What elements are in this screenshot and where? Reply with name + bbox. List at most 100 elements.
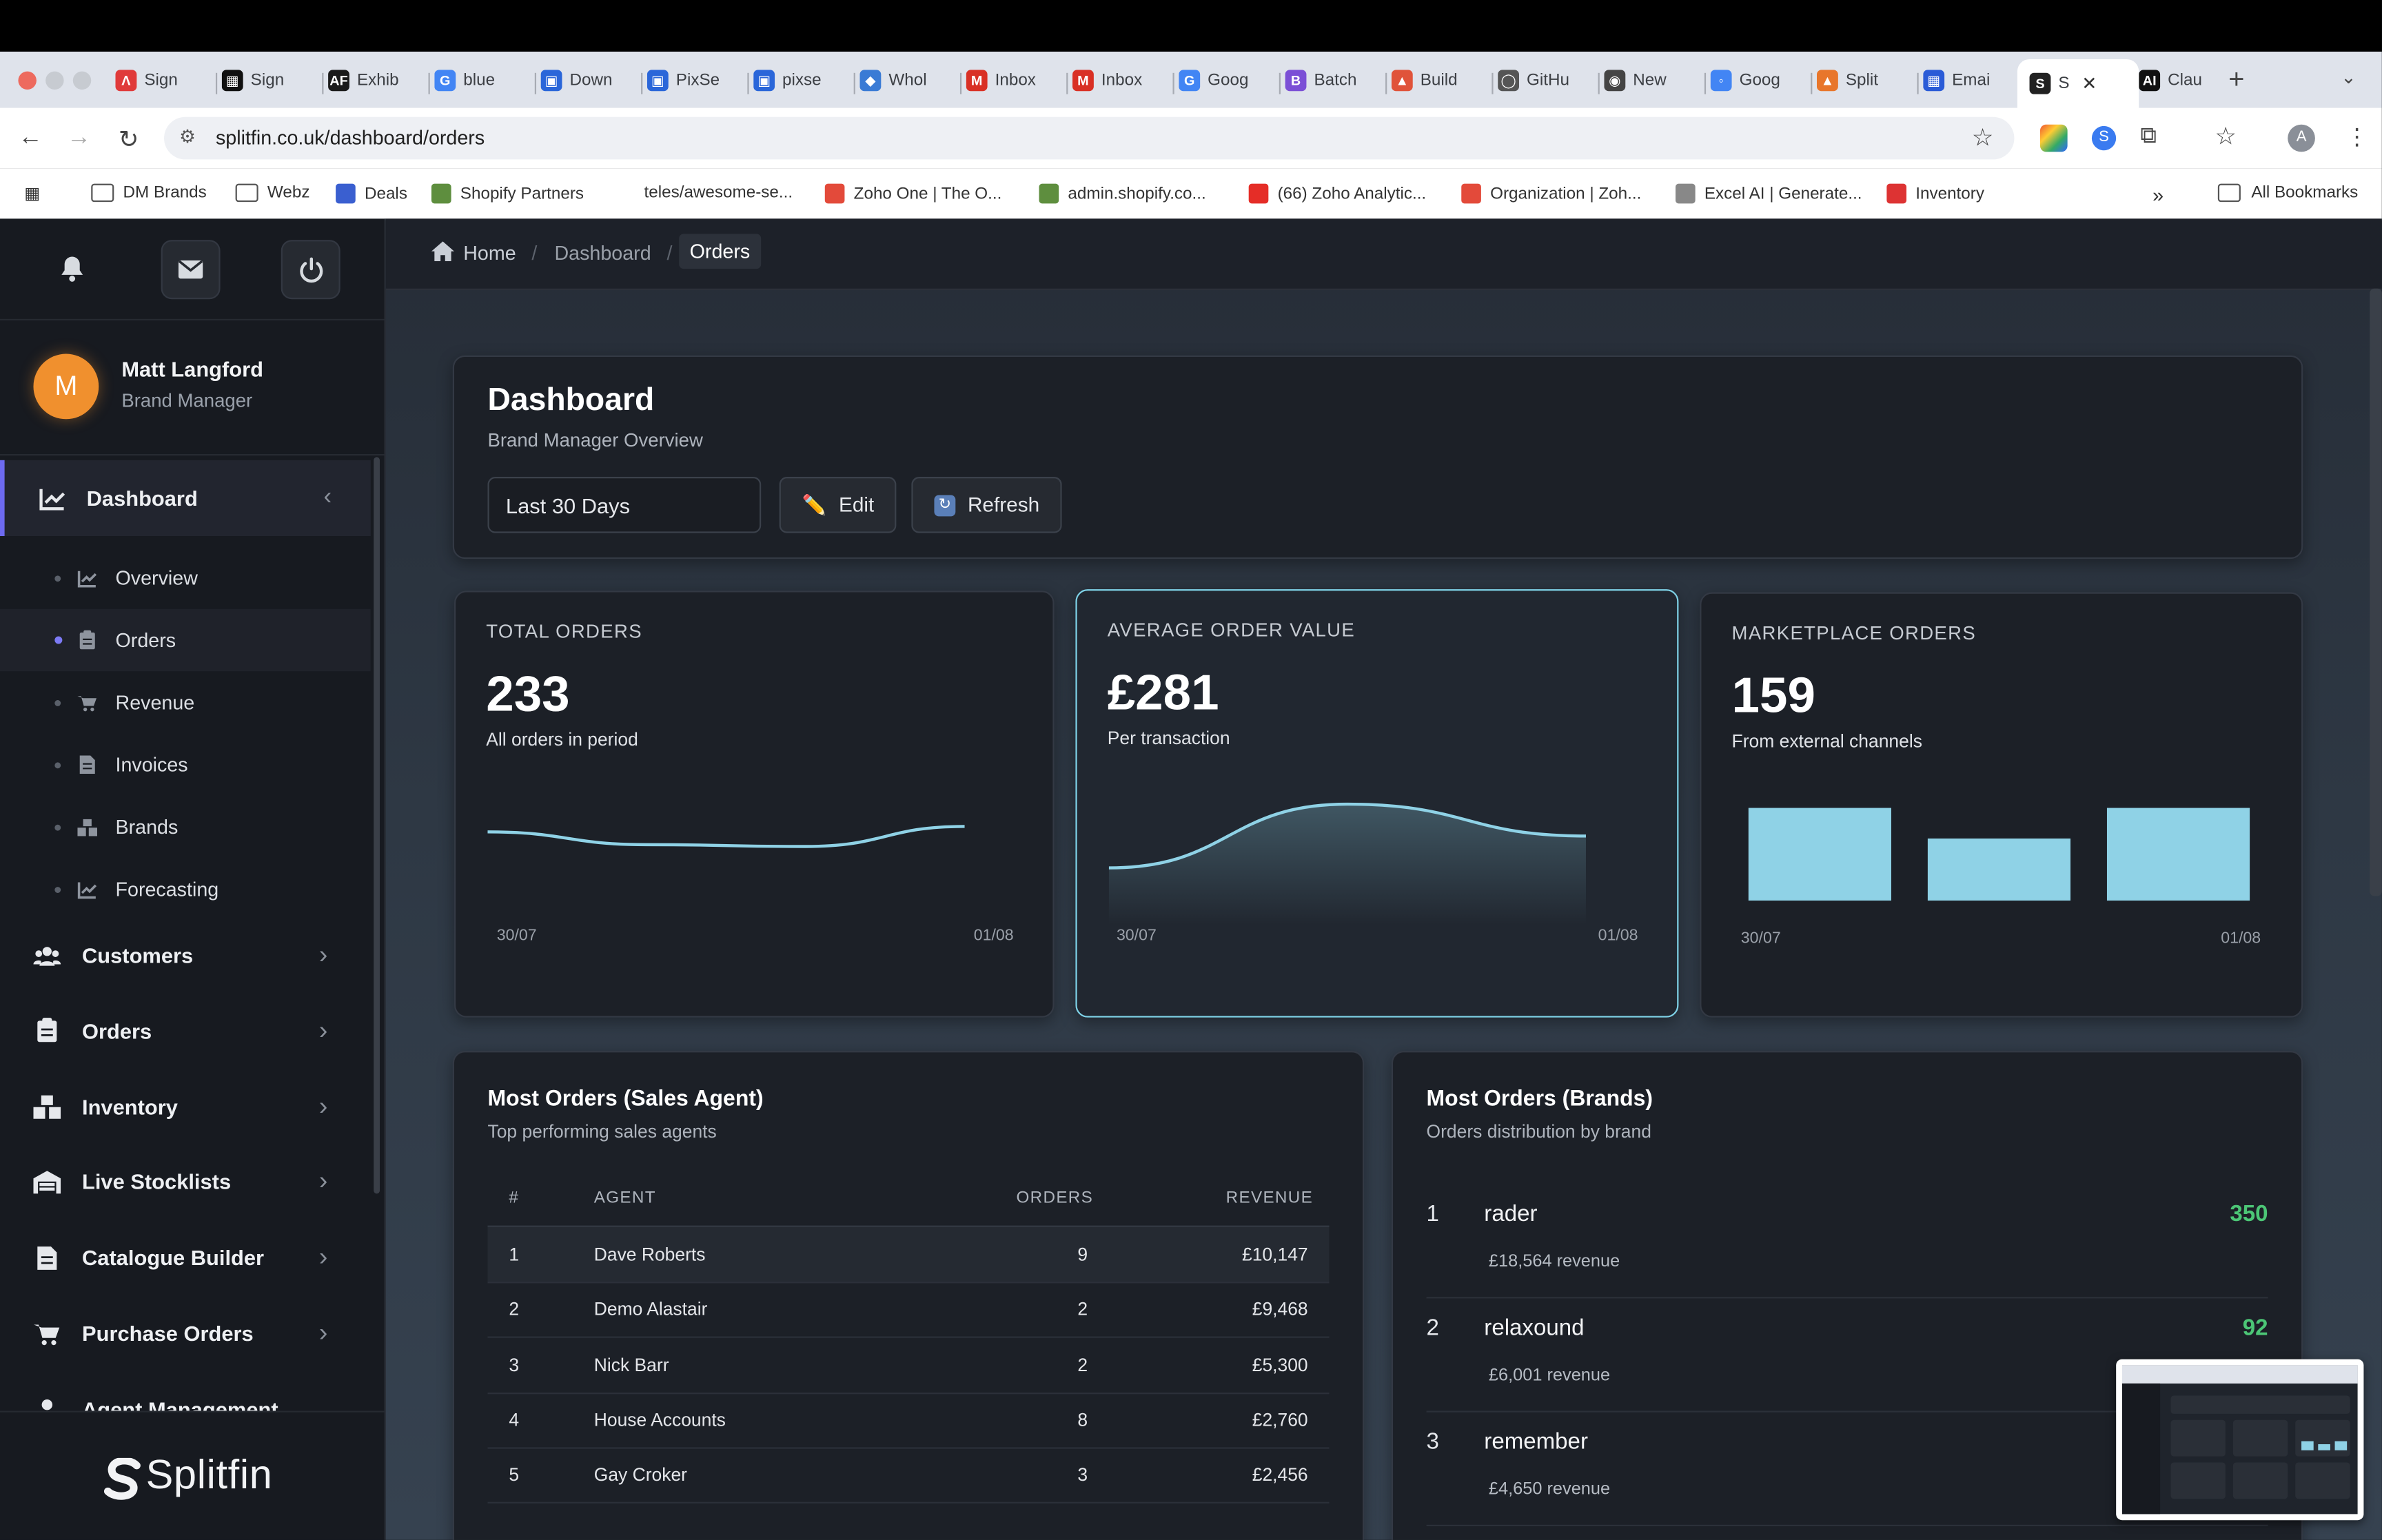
brand-count: 92: [2242, 1315, 2268, 1342]
sidebar-item-orders[interactable]: Orders ›: [0, 996, 371, 1065]
close-window-icon[interactable]: [18, 71, 37, 90]
forward-icon[interactable]: →: [67, 125, 91, 152]
tab-1[interactable]: ▦ Sign: [221, 64, 310, 97]
sidebar-scrollbar[interactable]: [374, 457, 380, 1194]
more-bookmarks-icon[interactable]: »: [2152, 184, 2164, 207]
tab-7[interactable]: ◆ Whol: [859, 64, 948, 97]
table-row[interactable]: 4 House Accounts 8 £2,760: [487, 1393, 1330, 1449]
all-bookmarks[interactable]: All Bookmarks: [2217, 183, 2358, 203]
bookmark-item[interactable]: Deals: [336, 183, 407, 204]
sidebar-subitem-overview[interactable]: Overview: [0, 546, 371, 608]
table-row[interactable]: 5 Gay Croker 3 £2,456: [487, 1448, 1330, 1504]
menu-kebab-icon[interactable]: ⋮: [2345, 123, 2368, 150]
sidebar-subitem-orders[interactable]: Orders: [0, 608, 371, 672]
table-row[interactable]: 1 Dave Roberts 9 £10,147: [487, 1226, 1330, 1284]
kpi-avg-order-value-card[interactable]: AVERAGE ORDER VALUE £281 Per transaction…: [1075, 589, 1679, 1018]
bookmark-star-icon[interactable]: ☆: [1972, 123, 1994, 154]
bookmark-item[interactable]: Webz: [235, 183, 309, 203]
notifications-button[interactable]: [44, 240, 101, 296]
sidebar-item-live-stocklists[interactable]: Live Stocklists ›: [0, 1147, 371, 1217]
section-subtitle: Orders distribution by brand: [1426, 1120, 1651, 1142]
sidebar-item-dashboard[interactable]: Dashboard ‹: [0, 460, 371, 537]
column-header-rank[interactable]: #: [509, 1189, 519, 1207]
tab-label: PixSe: [675, 71, 720, 90]
refresh-button[interactable]: ↻ Refresh: [911, 477, 1062, 533]
new-tab-icon[interactable]: +: [2228, 64, 2244, 96]
sidebar-subitem-forecasting[interactable]: Forecasting: [0, 858, 371, 920]
sidebar-item-agent-management[interactable]: Agent Management: [0, 1374, 371, 1411]
tab-16[interactable]: ▲ Split: [1816, 64, 1905, 97]
bookmark-item[interactable]: Excel AI | Generate...: [1676, 183, 1862, 204]
column-header-revenue[interactable]: REVENUE: [1226, 1189, 1313, 1207]
extensions-puzzle-icon[interactable]: ⧉: [2140, 123, 2157, 149]
tab-search-icon[interactable]: ⌄: [2341, 67, 2356, 88]
sidebar-subitem-invoices[interactable]: Invoices: [0, 734, 371, 796]
kpi-marketplace-orders-card[interactable]: MARKETPLACE ORDERS 159 From external cha…: [1700, 592, 2303, 1018]
tab-14[interactable]: ◉ New: [1604, 64, 1692, 97]
tab-12[interactable]: ▲ Build: [1391, 64, 1480, 97]
tab-4[interactable]: ▣ Down: [540, 64, 629, 97]
brand-revenue: £4,650 revenue: [1488, 1480, 1611, 1499]
breadcrumb-dashboard[interactable]: Dashboard: [554, 241, 651, 264]
bookmarks-star-icon[interactable]: ☆: [2215, 121, 2237, 152]
tab-10[interactable]: G Goog: [1179, 64, 1267, 97]
list-item[interactable]: 1 rader £18,564 revenue 350: [1426, 1183, 2268, 1299]
omnibox[interactable]: ⚙ splitfin.co.uk/dashboard/orders ☆: [164, 116, 2015, 160]
edit-button[interactable]: ✏️ Edit: [779, 477, 897, 533]
tab-6[interactable]: ▣ pixse: [753, 64, 842, 97]
kpi-total-orders-card[interactable]: TOTAL ORDERS 233 All orders in period 30…: [454, 591, 1055, 1018]
tab-3[interactable]: Gblue: [434, 64, 522, 97]
bookmark-item[interactable]: admin.shopify.co...: [1039, 183, 1206, 204]
tab-2[interactable]: AF Exhib: [328, 64, 416, 97]
bookmark-label: Organization | Zoh...: [1490, 184, 1642, 203]
tab-11[interactable]: B Batch: [1285, 64, 1374, 97]
maximize-window-icon[interactable]: [72, 71, 92, 90]
screenshot-thumbnail[interactable]: [2116, 1359, 2364, 1521]
bookmark-item[interactable]: Organization | Zoh...: [1461, 183, 1642, 204]
table-row[interactable]: 3 Nick Barr 2 £5,300: [487, 1337, 1330, 1394]
tab-label: Whol: [888, 71, 927, 90]
main-scrollbar[interactable]: [2370, 288, 2382, 896]
bookmark-item[interactable]: (66) Zoho Analytic...: [1248, 183, 1426, 204]
reload-icon[interactable]: ↻: [119, 125, 139, 155]
bookmark-item[interactable]: Shopify Partners: [431, 183, 584, 204]
table-row[interactable]: 2 Demo Alastair 2 £9,468: [487, 1282, 1330, 1339]
user-profile[interactable]: M Matt Langford Brand Manager: [0, 320, 385, 456]
date-range-select[interactable]: Last 30 Days: [487, 477, 762, 533]
breadcrumb: Home / Dashboard / Orders: [385, 218, 2382, 290]
sidebar-subitem-revenue[interactable]: Revenue: [0, 671, 371, 733]
tab-18[interactable]: S S ✕: [2017, 59, 2139, 108]
tab-13[interactable]: ◯ GitHu: [1498, 64, 1586, 97]
extension-color-icon[interactable]: [2039, 124, 2068, 152]
tab-0[interactable]: Λ Sign: [115, 64, 204, 97]
back-icon[interactable]: ←: [18, 125, 42, 152]
bookmark-item[interactable]: Zoho One | The O...: [824, 183, 1001, 204]
logout-button[interactable]: [281, 240, 340, 300]
sidebar-item-customers[interactable]: Customers ›: [0, 921, 371, 990]
bookmark-item[interactable]: teles/awesome-se...: [644, 184, 793, 202]
apps-grid-icon[interactable]: ▦: [24, 184, 40, 203]
tab-9[interactable]: M Inbox: [1072, 64, 1161, 97]
tab-15[interactable]: ◦ Goog: [1710, 64, 1799, 97]
bookmark-item[interactable]: DM Brands: [91, 183, 207, 203]
profile-avatar-icon[interactable]: A: [2288, 124, 2315, 152]
extension-shazam-icon[interactable]: S: [2091, 125, 2117, 151]
site-info-icon[interactable]: ⚙: [179, 126, 196, 147]
warehouse-icon: [33, 1169, 61, 1196]
sidebar-item-catalogue-builder[interactable]: Catalogue Builder ›: [0, 1223, 371, 1293]
bookmark-item[interactable]: Inventory: [1886, 183, 1984, 204]
url-text[interactable]: splitfin.co.uk/dashboard/orders: [216, 126, 485, 149]
tab-5[interactable]: ▣ PixSe: [647, 64, 735, 97]
column-header-orders[interactable]: ORDERS: [1016, 1189, 1093, 1207]
tab-8[interactable]: M Inbox: [966, 64, 1055, 97]
sidebar-item-purchase-orders[interactable]: Purchase Orders ›: [0, 1298, 371, 1368]
minimize-window-icon[interactable]: [45, 71, 64, 90]
sidebar-subitem-brands[interactable]: Brands: [0, 796, 371, 858]
sidebar-item-inventory[interactable]: Inventory ›: [0, 1071, 371, 1141]
messages-button[interactable]: [161, 240, 221, 300]
close-tab-icon[interactable]: ✕: [2081, 73, 2097, 94]
column-header-agent[interactable]: AGENT: [594, 1189, 656, 1207]
breadcrumb-home[interactable]: Home: [463, 241, 516, 264]
tab-19[interactable]: AI Clau: [2139, 64, 2230, 97]
tab-17[interactable]: ▦ Emai: [1923, 64, 2011, 97]
